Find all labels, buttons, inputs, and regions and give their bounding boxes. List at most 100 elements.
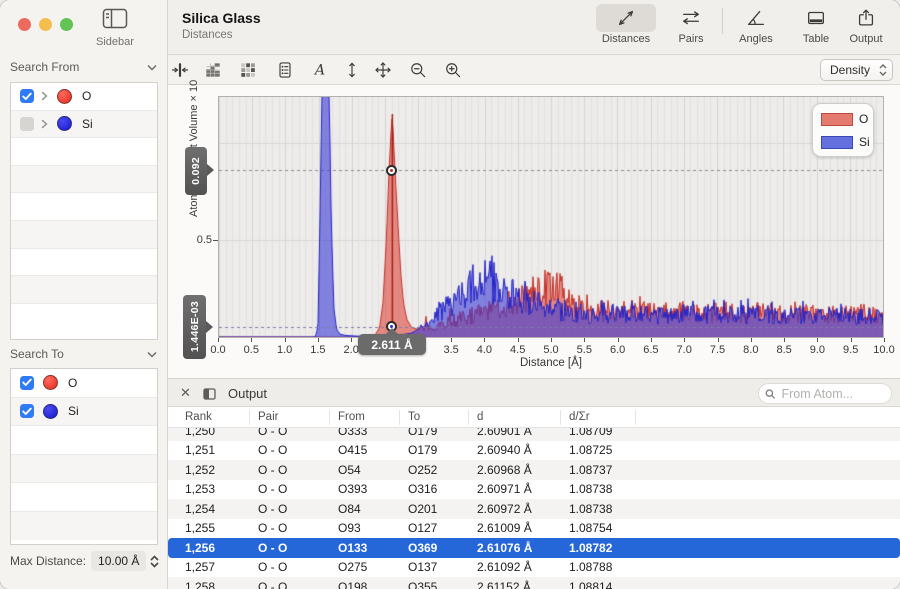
table-row[interactable]: 1,252O - OO54O2522.60968 Å1.08737 bbox=[168, 460, 900, 480]
sidebar-toggle-button[interactable]: Sidebar bbox=[92, 8, 138, 48]
table-cell: O333 bbox=[330, 428, 400, 438]
column-header-to[interactable]: To bbox=[400, 410, 469, 425]
bottom-value-flag[interactable]: 1.446E-03 bbox=[183, 295, 206, 359]
toolbar-button-distances[interactable]: Distances bbox=[596, 4, 656, 45]
max-distance-control: Max Distance: 10.00 Å bbox=[0, 551, 168, 571]
column-header-rank[interactable]: Rank bbox=[168, 410, 250, 425]
search-to-header[interactable]: Search To bbox=[10, 347, 157, 361]
search-from-header[interactable]: Search From bbox=[10, 60, 157, 74]
toolbar-button-pairs[interactable]: Pairs bbox=[661, 4, 721, 45]
x-axis-tick bbox=[751, 338, 752, 342]
x-axis-tick bbox=[884, 338, 885, 342]
table-row[interactable]: 1,254O - OO84O2012.60972 Å1.08738 bbox=[168, 499, 900, 519]
checkbox[interactable] bbox=[20, 404, 34, 418]
toolbar-button-output[interactable]: Output bbox=[836, 4, 896, 45]
table-cell: O415 bbox=[330, 443, 400, 457]
toolbar-button-label: Output bbox=[836, 33, 896, 45]
table-cell: 1,251 bbox=[168, 443, 250, 457]
distance-histogram-canvas[interactable] bbox=[219, 97, 883, 337]
table-cell: 2.61152 Å bbox=[469, 580, 561, 589]
chart-area: Atoms per Unit Volume × 10 0.5 0.00.51.0… bbox=[168, 85, 900, 378]
list-options-icon-button[interactable] bbox=[273, 58, 297, 82]
table-row[interactable]: 1,256O - OO133O3692.61076 Å1.08782 bbox=[168, 538, 900, 558]
checkbox[interactable] bbox=[20, 117, 34, 131]
search-to-list: O Si bbox=[10, 368, 158, 545]
density-popup[interactable]: Density bbox=[820, 59, 893, 81]
zoom-window-button[interactable] bbox=[60, 18, 73, 31]
histogram-blocks-icon-button[interactable] bbox=[201, 58, 225, 82]
table-cell: 1,253 bbox=[168, 482, 250, 496]
document-title: Silica Glass bbox=[182, 10, 261, 26]
top-value-flag[interactable]: 0.092 bbox=[185, 147, 207, 195]
atom-list-item[interactable]: Si bbox=[11, 398, 157, 427]
bottom-flag-pointer-icon bbox=[206, 321, 213, 333]
element-color-swatch bbox=[57, 116, 72, 131]
legend-item: O bbox=[821, 112, 868, 126]
close-panel-icon[interactable]: ✕ bbox=[180, 385, 191, 401]
zoom-out-icon-button[interactable] bbox=[406, 58, 430, 82]
table-cell: O - O bbox=[250, 521, 330, 535]
table-cell: 1,250 bbox=[168, 428, 250, 438]
table-row[interactable]: 1,255O - OO93O1272.61009 Å1.08754 bbox=[168, 519, 900, 539]
chart-legend[interactable]: O Si bbox=[812, 103, 874, 157]
table-cell: 1.08782 bbox=[561, 541, 636, 555]
pixel-grid-icon-button[interactable] bbox=[236, 58, 260, 82]
chevron-down-icon bbox=[147, 351, 157, 358]
pan-icon-button[interactable] bbox=[371, 58, 395, 82]
chart-toolbar: A Density bbox=[168, 55, 900, 85]
plot-frame bbox=[218, 96, 884, 338]
atom-list-item[interactable]: Si bbox=[11, 111, 157, 139]
table-row[interactable]: 1,251O - OO415O1792.60940 Å1.08725 bbox=[168, 441, 900, 461]
max-distance-stepper[interactable] bbox=[150, 555, 159, 568]
table-cell: O137 bbox=[400, 560, 469, 574]
x-axis-tick-label: 5.0 bbox=[543, 344, 558, 356]
table-cell: 1,255 bbox=[168, 521, 250, 535]
table-row[interactable]: 1,258O - OO198O3552.61152 Å1.08814 bbox=[168, 577, 900, 589]
disclosure-chevron-icon[interactable] bbox=[41, 119, 48, 129]
table-cell: 1,254 bbox=[168, 502, 250, 516]
table-row[interactable]: 1,250O - OO333O1792.60901 Å1.08709 bbox=[168, 428, 900, 441]
column-header-d[interactable]: d bbox=[469, 410, 561, 425]
toolbar-button-angles[interactable]: Angles bbox=[726, 4, 786, 45]
table-cell: 2.61009 Å bbox=[469, 521, 561, 535]
legend-item: Si bbox=[821, 135, 870, 149]
search-from-label: Search From bbox=[10, 60, 79, 74]
popup-chevrons-icon bbox=[879, 64, 887, 76]
table-cell: 1.08814 bbox=[561, 580, 636, 589]
split-pane-icon[interactable] bbox=[203, 387, 216, 405]
output-search-input[interactable] bbox=[780, 386, 886, 402]
max-distance-field[interactable]: 10.00 Å bbox=[91, 551, 146, 571]
atom-list-item[interactable]: O bbox=[11, 83, 157, 111]
table-row[interactable]: 1,257O - OO275O1372.61092 Å1.08788 bbox=[168, 558, 900, 578]
output-search-field[interactable] bbox=[758, 383, 892, 404]
column-header-dr[interactable]: d/Σr bbox=[561, 410, 636, 425]
output-share-icon bbox=[836, 4, 896, 32]
vertical-scale-icon-button[interactable] bbox=[340, 58, 364, 82]
disclosure-chevron-icon[interactable] bbox=[41, 91, 48, 101]
x-axis-tick bbox=[718, 338, 719, 342]
table-cell: O - O bbox=[250, 443, 330, 457]
zoom-in-icon-button[interactable] bbox=[441, 58, 465, 82]
text-label-icon-button[interactable]: A bbox=[308, 58, 332, 82]
checkbox[interactable] bbox=[20, 376, 34, 390]
fit-width-icon-button[interactable] bbox=[168, 58, 192, 82]
table-header[interactable]: RankPairFromTodd/Σr bbox=[168, 407, 900, 428]
atom-list-item[interactable]: O bbox=[11, 369, 157, 398]
crosshair-top-marker[interactable] bbox=[386, 165, 397, 176]
table-cell: O179 bbox=[400, 443, 469, 457]
table-row[interactable]: 1,253O - OO393O3162.60971 Å1.08738 bbox=[168, 480, 900, 500]
close-window-button[interactable] bbox=[18, 18, 31, 31]
column-header-from[interactable]: From bbox=[330, 410, 400, 425]
document-subtitle: Distances bbox=[182, 29, 233, 41]
x-axis-tick bbox=[451, 338, 452, 342]
column-header-pair[interactable]: Pair bbox=[250, 410, 330, 425]
table-cell: O - O bbox=[250, 502, 330, 516]
minimize-window-button[interactable] bbox=[39, 18, 52, 31]
x-axis-tick-label: 7.0 bbox=[677, 344, 692, 356]
table-cell: 2.60901 Å bbox=[469, 428, 561, 438]
angles-icon bbox=[726, 4, 786, 32]
x-axis-tick-label: 7.5 bbox=[710, 344, 725, 356]
checkbox[interactable] bbox=[20, 89, 34, 103]
table-rows: 1,250O - OO333O1792.60901 Å1.087091,251O… bbox=[168, 428, 900, 589]
element-label: Si bbox=[68, 404, 79, 418]
